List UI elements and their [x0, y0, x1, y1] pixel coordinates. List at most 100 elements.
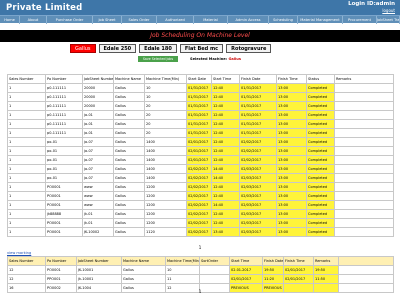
table-cell: 20000 [82, 101, 114, 111]
table-row[interactable]: 1 PO0001 www Gallus 1200 02/02/2017 12:40 02/03… [7, 191, 394, 201]
table-row[interactable]: 1 po-01 jo-07 Gallus 1400 02/01/2017 12:40 02/0… [7, 137, 394, 147]
job-schedule-table: Sales Number Po Number JobSheet Number Mach… [7, 74, 394, 237]
nav-item-procurement[interactable]: Procurement [343, 16, 377, 24]
machine-button-edale-180[interactable]: Edale 180 [139, 44, 177, 53]
nav-item-admin-access[interactable]: Admin Access [228, 16, 269, 24]
table-row[interactable]: 12 PPO001 jk-10001 Gallus 11 02/01/2017 11:20 0… [7, 274, 394, 284]
table-row[interactable]: 1 PO0001 JK-10002 Gallus 1120 02/02/2017 13:40… [7, 227, 394, 237]
table-row[interactable]: 1 p0-111111 20000 Gallus 20 01/31/2017 12:40 01… [7, 101, 394, 111]
table-cell: 1 [7, 164, 46, 174]
table-cell: 11:20 [262, 274, 284, 284]
table-cell: po-01 [45, 137, 83, 147]
table-cell: Gallus [121, 274, 166, 284]
table-cell: 13:40 [211, 227, 240, 237]
main-nav: Home About Purchase Order Job Sheet Sales Or… [0, 15, 400, 24]
table-cell: Gallus [113, 200, 145, 210]
table-row[interactable]: 1 p0-111111 jo-01 Gallus 20 01/31/2017 12:40 01… [7, 128, 394, 138]
nav-item-home[interactable]: Home [0, 16, 20, 24]
table-cell: 20000 [82, 92, 114, 102]
table-row[interactable]: 1 po-01 jo-07 Gallus 1400 02/02/2017 14:40 02/0… [7, 173, 394, 183]
column-header: Status [306, 74, 335, 84]
table-cell: 1400 [144, 164, 187, 174]
table-cell: jk88888 [45, 209, 83, 219]
column-header: Start Time [211, 74, 240, 84]
table-cell: p0-111111 [45, 92, 83, 102]
table-cell: JK-10001 [76, 265, 122, 275]
table-cell: 13:00 [276, 110, 307, 120]
table-cell: 11 [165, 274, 200, 284]
table-row[interactable]: 1 po-01 jo-07 Gallus 1400 02/02/2017 14:40 02/0… [7, 164, 394, 174]
table-cell: 1120 [144, 227, 187, 237]
nav-item-material[interactable]: Material [194, 16, 228, 24]
table-row[interactable]: 1 po-01 jo-07 Gallus 1400 02/01/2017 12:40 02/0… [7, 155, 394, 165]
table-cell: 1 [7, 146, 46, 156]
table-cell: 12 [7, 274, 46, 284]
table-cell: 02/03/2017 [239, 164, 277, 174]
table-cell: 1 [7, 173, 46, 183]
table-cell: Completed [306, 92, 335, 102]
table-cell: 02/02/2017 [186, 173, 212, 183]
table-cell: Gallus [113, 101, 145, 111]
machine-button-gallus[interactable]: Gallus [70, 44, 96, 53]
table-cell: 13:00 [276, 83, 307, 93]
table-cell: 1200 [144, 200, 187, 210]
column-header: Sales Number [7, 256, 46, 266]
table-cell: 1 [7, 209, 46, 219]
pager-second[interactable]: 1 [0, 289, 400, 294]
nav-item-about[interactable]: About [20, 16, 47, 24]
nav-item-job-sheet[interactable]: Job Sheet [93, 16, 122, 24]
table-cell: p0-111111 [45, 119, 83, 129]
table-row[interactable]: 1 po-01 jo-07 Gallus 1400 02/01/2017 12:40 02/0… [7, 146, 394, 156]
pager-main[interactable]: 1 [0, 245, 400, 250]
table-cell: 13:00 [276, 182, 307, 192]
table-cell [334, 173, 394, 183]
table-row[interactable]: 1 p0-111111 jo-01 Gallus 20 01/31/2017 12:40 01… [7, 119, 394, 129]
table-cell: 01/31/2017 [186, 101, 212, 111]
table-cell: 12:40 [211, 209, 240, 219]
table-cell: 1 [7, 101, 46, 111]
table-cell: Gallus [121, 265, 166, 275]
table-cell: 01/31/2017 [239, 83, 277, 93]
table-cell: Completed [306, 164, 335, 174]
table-cell: jo-07 [82, 164, 114, 174]
nav-item-sales-order[interactable]: Sales Order [122, 16, 157, 24]
table-cell: 14:40 [211, 164, 240, 174]
machine-button-rotogravure[interactable]: Rotogravure [226, 44, 272, 53]
table-cell: jo-01 [82, 110, 114, 120]
save-selected-jobs-button[interactable]: Save Selected Jobs [138, 56, 178, 62]
machine-button-edale-250[interactable]: Edale 250 [98, 44, 137, 53]
table-cell: PPO001 [45, 274, 77, 284]
table-row[interactable]: 1 p0-111111 jo-01 Gallus 20 01/31/2017 12:40 01… [7, 110, 394, 120]
table-cell: po-01 [45, 155, 83, 165]
machine-button-flat-bed-mc[interactable]: Flat Bed mc [179, 44, 224, 53]
table-cell: 13:00 [276, 101, 307, 111]
table-cell: PO0001 [45, 182, 83, 192]
table-row[interactable]: 1 p0-111111 20000 Gallus 10 01/31/2017 12:40 01… [7, 92, 394, 102]
table-cell [334, 146, 394, 156]
table-cell: 20 [144, 101, 187, 111]
table-cell: 13:00 [276, 155, 307, 165]
nav-item-jobsheet-tracker[interactable]: JobSheet Tracker [377, 16, 400, 24]
table-row[interactable]: 1 PO0001 jk-01 Gallus 1200 02/02/2017 12:40 02/… [7, 218, 394, 228]
machine-selector: Gallus Edale 250 Edale 180 Flat Bed mc Rotog… [70, 44, 272, 53]
table-row[interactable]: 1 PO0001 www Gallus 1200 02/02/2017 14:40 02/03… [7, 200, 394, 210]
logout-link[interactable]: logout [382, 8, 395, 13]
column-header: Finish Time [276, 74, 307, 84]
nav-item-purchase-order[interactable]: Purchase Order [47, 16, 93, 24]
table-row[interactable]: 1 jk88888 jk-01 Gallus 1200 02/02/2017 12:40 02… [7, 209, 394, 219]
table-row[interactable]: 12 PO0001 JK-10001 Gallus 10 02.01.2017 19:50 0… [7, 265, 394, 275]
table-cell: 02/02/2017 [186, 191, 212, 201]
nav-item-material-management[interactable]: Material Management [298, 16, 343, 24]
table-row[interactable]: 1 PO0001 www Gallus 1200 02/02/2017 12:40 02/03… [7, 182, 394, 192]
table-cell: 1 [7, 137, 46, 147]
table-cell: 1400 [144, 137, 187, 147]
table-row[interactable]: 1 p0-111111 20000 Gallus 10 01/31/2017 12:40 01… [7, 83, 394, 93]
table-cell: Completed [306, 155, 335, 165]
nav-item-scheduling[interactable]: Scheduling [269, 16, 298, 24]
table-cell: 01/31/2017 [186, 83, 212, 93]
table-cell: Gallus [113, 83, 145, 93]
table-cell: 1200 [144, 182, 187, 192]
view-marking-link[interactable]: view marking [7, 251, 31, 255]
nav-item-authorized[interactable]: Authorized [157, 16, 194, 24]
table-cell: 12:40 [211, 92, 240, 102]
